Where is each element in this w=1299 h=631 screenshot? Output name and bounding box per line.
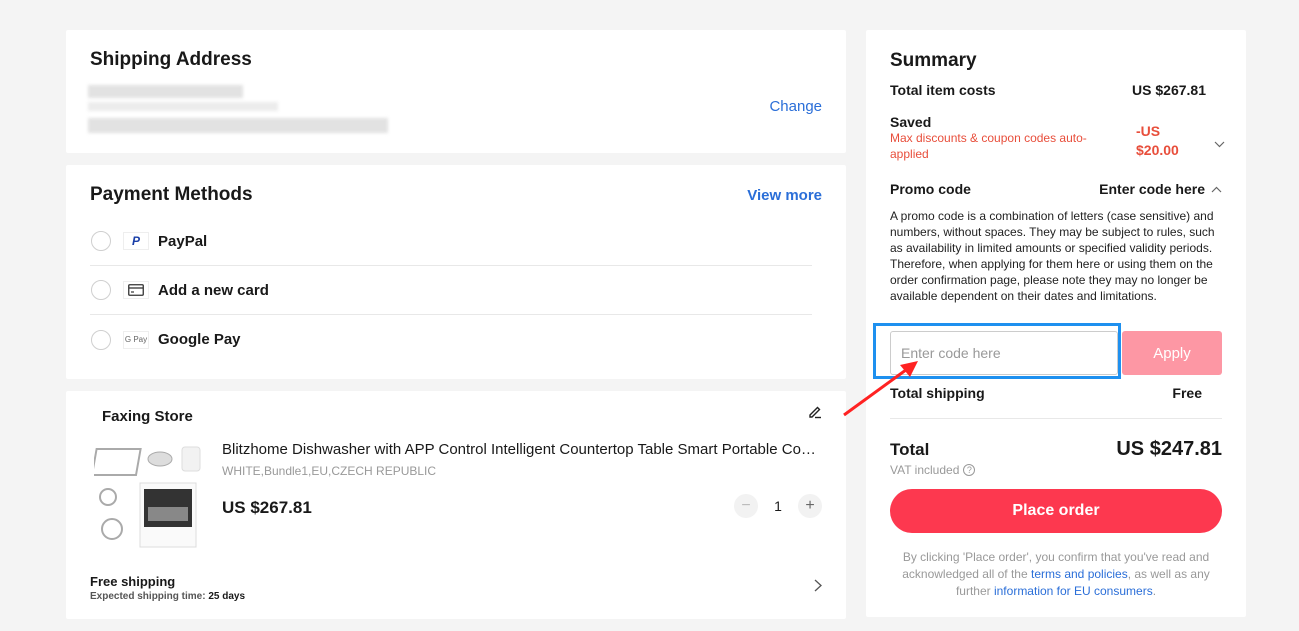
product-price: US $267.81 <box>222 498 312 517</box>
help-icon[interactable]: ? <box>963 464 976 476</box>
credit-card-icon <box>123 281 149 299</box>
terms-and-policies-link[interactable]: terms and policies <box>1031 567 1128 581</box>
payment-option-label: PayPal <box>158 232 208 250</box>
total-label: Total <box>890 439 930 459</box>
shipping-time-value: 25 days <box>208 591 246 602</box>
radio-button[interactable] <box>91 280 111 300</box>
promo-code-input[interactable] <box>890 331 1118 375</box>
saved-description: Max discounts & coupon codes auto-applie… <box>890 131 1087 161</box>
total-item-costs-row: Total item costs US $267.81 <box>890 82 1222 98</box>
shipping-time-label: Expected shipping time: <box>90 591 206 602</box>
chevron-up-icon <box>1211 186 1222 192</box>
vat-label: VAT included <box>890 463 960 477</box>
edit-icon[interactable] <box>808 405 822 424</box>
shipping-time: Expected shipping time: 25 days <box>90 591 245 602</box>
total-item-costs-value: US $267.81 <box>1132 82 1206 98</box>
eu-consumer-info-link[interactable]: information for EU consumers <box>994 584 1153 598</box>
vat-info: VAT included ? <box>890 463 976 477</box>
quantity-stepper: − 1 + <box>734 494 822 518</box>
divider <box>890 418 1222 419</box>
shipping-address-card: Shipping Address Change <box>66 30 846 153</box>
quantity-value: 1 <box>774 498 782 514</box>
payment-option-google-pay[interactable]: G Pay Google Pay <box>90 315 812 364</box>
payment-option-label: Google Pay <box>158 331 241 348</box>
legal-text: . <box>1152 584 1157 598</box>
promo-code-toggle-label: Enter code here <box>1099 181 1205 197</box>
paypal-icon: P <box>123 232 149 250</box>
total-shipping-value: Free <box>1172 385 1202 401</box>
total-value: US $247.81 <box>1116 438 1222 460</box>
shipping-address-title: Shipping Address <box>90 49 252 70</box>
promo-code-description: A promo code is a combination of letters… <box>890 209 1215 303</box>
radio-button[interactable] <box>91 329 111 350</box>
store-name: Faxing Store <box>102 408 193 425</box>
view-more-link[interactable]: View more <box>747 187 822 204</box>
total-shipping-row: Total shipping Free <box>890 385 1222 401</box>
payment-methods-card: Payment Methods View more P PayPal Add a… <box>66 165 846 379</box>
promo-code-toggle[interactable]: Enter code here <box>1099 181 1222 197</box>
redacted-name <box>88 85 243 98</box>
product-title[interactable]: Blitzhome Dishwasher with APP Control In… <box>222 441 822 458</box>
change-address-link[interactable]: Change <box>769 98 822 115</box>
product-image[interactable] <box>90 441 206 553</box>
total-shipping-label: Total shipping <box>890 385 985 401</box>
radio-button[interactable] <box>91 231 111 251</box>
payment-option-card[interactable]: Add a new card <box>90 266 812 315</box>
total-row: Total US $247.81 <box>890 438 1222 461</box>
google-pay-icon: G Pay <box>123 330 149 349</box>
summary-title: Summary <box>890 50 977 71</box>
decrease-quantity-button[interactable]: − <box>734 494 758 518</box>
legal-notice: By clicking 'Place order', you confirm t… <box>890 549 1222 600</box>
promo-code-row: Promo code Enter code here <box>890 181 1222 197</box>
chevron-right-icon[interactable] <box>814 579 822 597</box>
redacted-address-line <box>88 102 278 111</box>
redacted-address-line <box>88 118 388 133</box>
product-sku: WHITE,Bundle1,EU,CZECH REPUBLIC <box>222 464 437 478</box>
payment-option-label: Add a new card <box>158 281 269 299</box>
order-summary-card: Summary Total item costs US $267.81 Save… <box>866 30 1246 617</box>
chevron-down-icon[interactable] <box>1214 135 1225 153</box>
apply-button[interactable]: Apply <box>1122 331 1222 375</box>
place-order-button[interactable]: Place order <box>890 489 1222 533</box>
increase-quantity-button[interactable]: + <box>798 494 822 518</box>
total-item-costs-label: Total item costs <box>890 82 996 98</box>
saved-value: -US $20.00 <box>1136 123 1179 158</box>
promo-code-label: Promo code <box>890 181 971 197</box>
free-shipping-label: Free shipping <box>90 574 176 589</box>
store-order-card: Faxing Store Blitzhome Dishwasher with A… <box>66 391 846 619</box>
payment-methods-title: Payment Methods <box>90 184 253 205</box>
payment-option-paypal[interactable]: P PayPal <box>90 217 812 266</box>
